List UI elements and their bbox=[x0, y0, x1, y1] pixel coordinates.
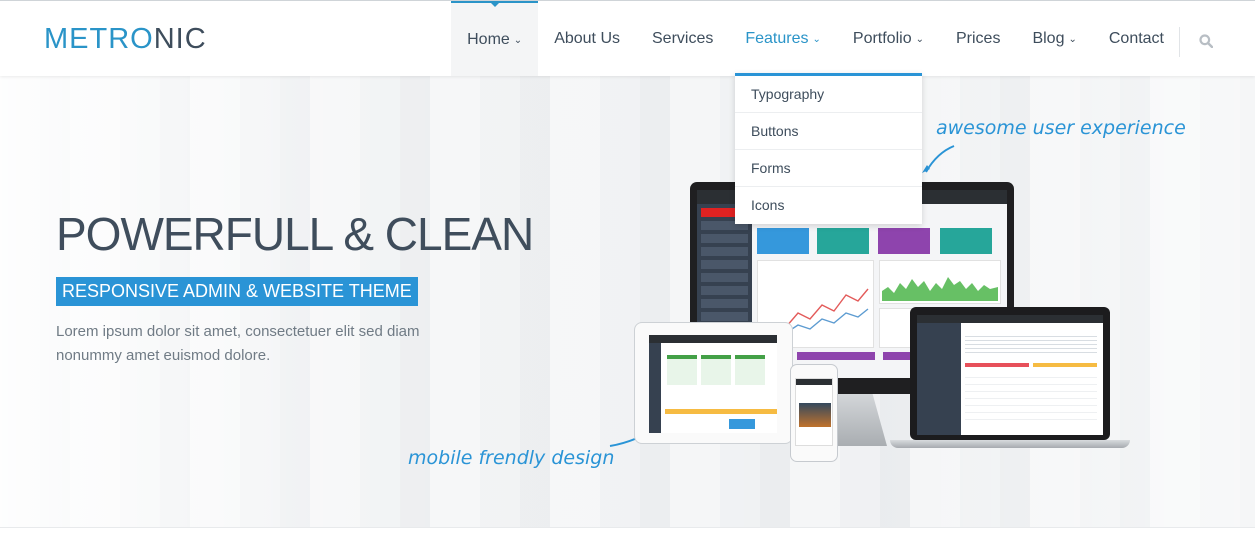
activity-panel bbox=[879, 260, 1001, 304]
phone-mockup bbox=[790, 364, 838, 462]
hero-title: POWERFULL & CLEAN bbox=[56, 208, 534, 260]
bar-chart-graphic bbox=[882, 277, 998, 301]
nav-blog[interactable]: Blog ⌄ bbox=[1016, 1, 1092, 76]
main-nav: Home ⌄ About Us Services Features ⌄ Port… bbox=[451, 1, 1180, 76]
features-dropdown: Typography Buttons Forms Icons bbox=[735, 73, 922, 224]
dropdown-item-icons[interactable]: Icons bbox=[735, 187, 922, 224]
chevron-down-icon: ⌄ bbox=[915, 34, 924, 45]
callout-user-experience: awesome user experience bbox=[936, 117, 1186, 139]
callout-mobile-design: mobile frendly design bbox=[408, 447, 615, 469]
nav-divider bbox=[1179, 27, 1180, 57]
nav-about[interactable]: About Us bbox=[538, 1, 636, 76]
laptop-screen bbox=[917, 315, 1103, 435]
hero-lead-line-1: Lorem ipsum dolor sit amet, consectetuer… bbox=[56, 323, 420, 340]
stat-tile bbox=[878, 228, 930, 254]
nav-services[interactable]: Services bbox=[636, 1, 729, 76]
progress-strip bbox=[797, 352, 875, 360]
nav-prices-label: Prices bbox=[955, 29, 1001, 47]
nav-home[interactable]: Home ⌄ bbox=[451, 1, 539, 76]
nav-home-label: Home bbox=[467, 30, 510, 48]
logo-part-1: METRO bbox=[44, 23, 154, 55]
nav-contact[interactable]: Contact bbox=[1093, 1, 1180, 76]
nav-features[interactable]: Features ⌄ bbox=[729, 1, 837, 76]
tablet-mockup bbox=[634, 322, 793, 444]
section-divider bbox=[0, 527, 1255, 528]
hero-lead-line-2: nonummy amet euismod dolore. bbox=[56, 347, 271, 364]
nav-services-label: Services bbox=[652, 29, 714, 47]
dropdown-item-forms[interactable]: Forms bbox=[735, 150, 922, 187]
hero-section: POWERFULL & CLEAN RESPONSIVE ADMIN & WEB… bbox=[0, 76, 1255, 527]
nav-portfolio-label: Portfolio bbox=[852, 29, 912, 47]
stat-tile bbox=[940, 228, 992, 254]
arrow-icon bbox=[922, 145, 955, 173]
stat-tile bbox=[817, 228, 869, 254]
nav-portfolio[interactable]: Portfolio ⌄ bbox=[837, 1, 940, 76]
nav-prices[interactable]: Prices bbox=[940, 1, 1016, 76]
site-header: METRONIC Home ⌄ About Us Services Featur… bbox=[0, 0, 1255, 76]
nav-blog-label: Blog bbox=[1032, 29, 1065, 47]
laptop-base bbox=[890, 440, 1130, 448]
laptop-mockup bbox=[910, 307, 1110, 440]
chevron-down-icon: ⌄ bbox=[513, 35, 523, 46]
site-logo[interactable]: METRONIC bbox=[44, 23, 207, 56]
logo-part-2: NIC bbox=[153, 23, 207, 55]
search-icon[interactable] bbox=[1199, 34, 1213, 48]
tablet-screen bbox=[649, 335, 777, 433]
stat-tile bbox=[757, 228, 809, 254]
dropdown-item-buttons[interactable]: Buttons bbox=[735, 113, 922, 150]
hero-badge: RESPONSIVE ADMIN & WEBSITE THEME bbox=[56, 277, 418, 306]
nav-features-label: Features bbox=[745, 29, 809, 47]
nav-about-label: About Us bbox=[554, 29, 620, 47]
hero-lead: Lorem ipsum dolor sit amet, consectetuer… bbox=[56, 320, 456, 368]
phone-screen bbox=[795, 378, 833, 446]
dropdown-item-typography[interactable]: Typography bbox=[735, 76, 922, 113]
nav-contact-label: Contact bbox=[1108, 29, 1164, 47]
chevron-down-icon: ⌄ bbox=[812, 34, 821, 45]
chevron-down-icon: ⌄ bbox=[1068, 34, 1077, 45]
